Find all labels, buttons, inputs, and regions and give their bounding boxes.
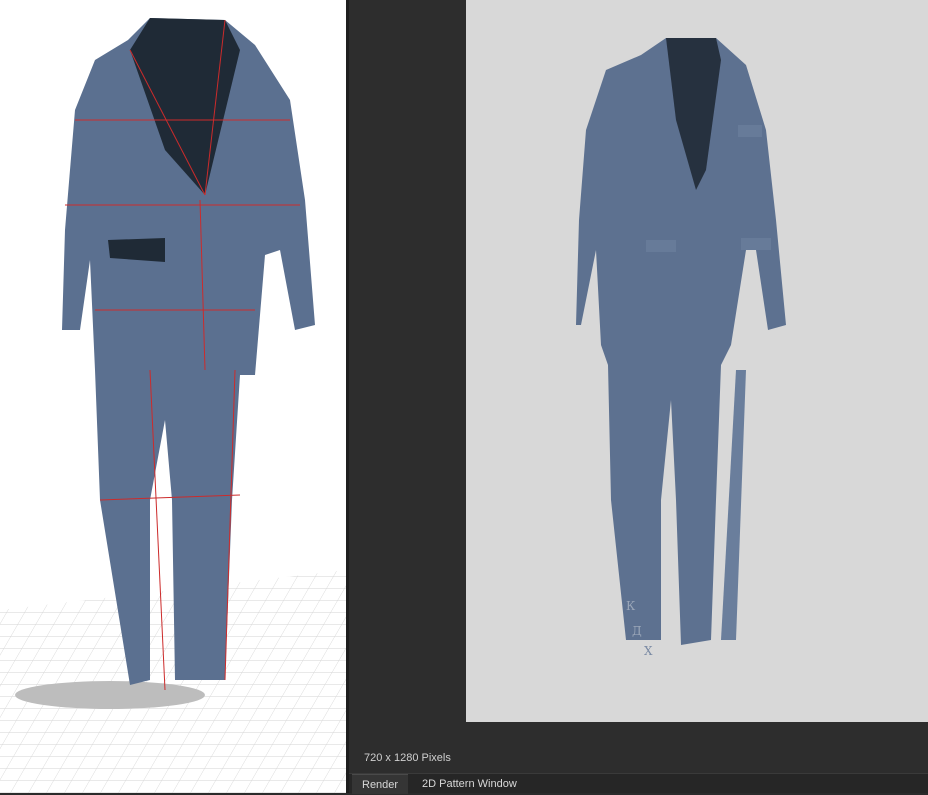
tab-render[interactable]: Render xyxy=(352,774,409,794)
svg-text:Д: Д xyxy=(632,624,642,638)
watermark: К xyxy=(626,599,636,613)
render-canvas: К Д Х xyxy=(466,0,928,722)
suit-3d-model[interactable] xyxy=(0,0,346,793)
image-size-label: 720 x 1280 Pixels xyxy=(364,752,451,764)
svg-text:Х: Х xyxy=(644,644,653,658)
render-panel: К Д Х 720 x 1280 Pixels Render 2D Patter… xyxy=(349,0,928,794)
rendered-suit-image: К Д Х xyxy=(576,38,786,658)
3d-viewport[interactable] xyxy=(0,0,346,793)
tab-bar: Render 2D Pattern Window xyxy=(349,773,928,794)
tab-2d-pattern-window[interactable]: 2D Pattern Window xyxy=(412,774,527,794)
